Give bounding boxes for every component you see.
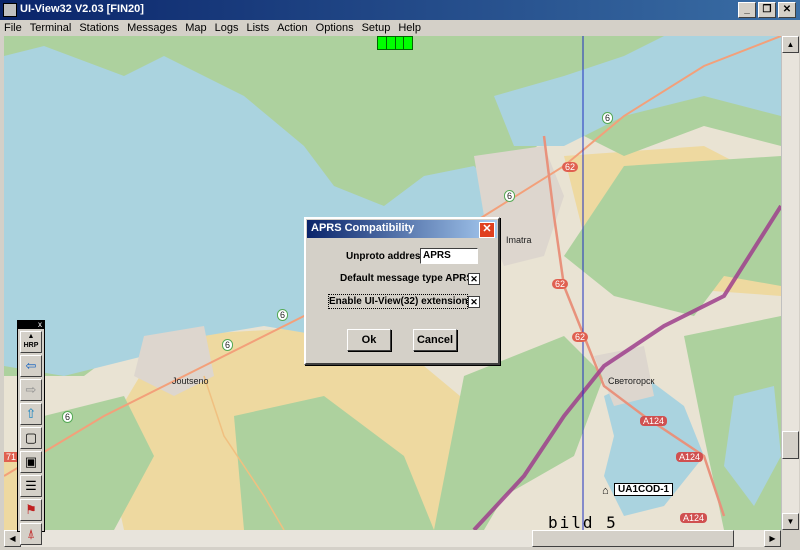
tool-palette-close[interactable]: x — [38, 320, 42, 329]
menu-logs[interactable]: Logs — [211, 20, 243, 36]
app-icon[interactable] — [3, 3, 17, 17]
menu-messages[interactable]: Messages — [123, 20, 181, 36]
dialog-title-bar: APRS Compatibility ✕ — [307, 220, 497, 238]
arrow-right-icon[interactable]: ⇨ — [20, 379, 42, 401]
menu-file[interactable]: File — [0, 20, 26, 36]
road-marker-6: 6 — [504, 190, 516, 202]
map-caption: bild 5 — [548, 513, 618, 530]
unproto-address-input[interactable]: APRS — [420, 248, 478, 264]
scroll-left-button[interactable]: ◀ — [4, 530, 21, 547]
window-title: UI-View32 V2.03 [FIN20] — [20, 3, 144, 15]
road-marker-62: 62 — [562, 162, 579, 172]
close-button[interactable]: ✕ — [778, 2, 796, 18]
enable-extensions-checkbox[interactable]: ✕ — [468, 296, 480, 308]
default-message-type-checkbox[interactable]: ✕ — [468, 273, 480, 285]
road-marker-a124: A124 — [680, 513, 708, 523]
square-icon[interactable]: ▢ — [20, 427, 42, 449]
scroll-up-button[interactable]: ▲ — [782, 36, 799, 53]
map-label-svetogorsk: Светогорск — [608, 376, 655, 386]
dialog-close-icon[interactable]: ✕ — [479, 222, 495, 238]
cancel-button[interactable]: Cancel — [413, 329, 457, 351]
menu-options[interactable]: Options — [312, 20, 358, 36]
horizontal-scroll-thumb[interactable] — [532, 530, 734, 547]
road-marker-a124: A124 — [676, 452, 704, 462]
arrow-up-icon[interactable]: ⇧ — [20, 403, 42, 425]
menu-terminal[interactable]: Terminal — [26, 20, 76, 36]
flag-icon[interactable]: ⚑ — [20, 499, 42, 521]
dialog-title: APRS Compatibility — [311, 222, 415, 234]
road-marker-62: 62 — [572, 332, 589, 342]
menu-action[interactable]: Action — [273, 20, 312, 36]
maximize-button[interactable]: ❐ — [758, 2, 776, 18]
unproto-address-label: Unproto address — [346, 251, 427, 262]
computer-icon[interactable]: ▣ — [20, 451, 42, 473]
scroll-down-button[interactable]: ▼ — [782, 513, 799, 530]
station-callsign[interactable]: UA1COD-1 — [614, 483, 674, 496]
road-marker-6: 6 — [602, 112, 614, 124]
antenna-icon[interactable]: ⍋ — [20, 523, 42, 545]
vertical-scroll-thumb[interactable] — [782, 431, 799, 459]
menu-stations[interactable]: Stations — [75, 20, 123, 36]
house-icon: ⌂ — [602, 485, 609, 497]
activity-indicator — [377, 36, 413, 50]
horizontal-scrollbar[interactable]: ◀ ▶ — [4, 530, 781, 547]
road-marker-a124: A124 — [640, 416, 668, 426]
menu-help[interactable]: Help — [394, 20, 425, 36]
title-bar: UI-View32 V2.03 [FIN20] _ ❐ ✕ — [0, 0, 800, 20]
scroll-right-button[interactable]: ▶ — [764, 530, 781, 547]
arrow-left-icon[interactable]: ⇦ — [20, 355, 42, 377]
road-marker-71: 71 — [4, 452, 19, 462]
map-label-imatra: Imatra — [506, 235, 532, 245]
map-label-joutseno: Joutseno — [172, 376, 209, 386]
road-marker-6: 6 — [62, 411, 74, 423]
menu-bar: File Terminal Stations Messages Map Logs Lists… — [0, 20, 800, 36]
default-message-type-label: Default message type APRS — [340, 273, 474, 284]
menu-map[interactable]: Map — [181, 20, 210, 36]
road-marker-6: 6 — [222, 339, 234, 351]
enable-extensions-label: Enable UI-View(32) extensions — [329, 296, 474, 307]
minimize-button[interactable]: _ — [738, 2, 756, 18]
list-icon[interactable]: ☰ — [20, 475, 42, 497]
road-marker-62: 62 — [552, 279, 569, 289]
menu-lists[interactable]: Lists — [242, 20, 273, 36]
vertical-scrollbar[interactable]: ▲ ▼ — [781, 36, 799, 530]
menu-setup[interactable]: Setup — [358, 20, 395, 36]
road-marker-6: 6 — [277, 309, 289, 321]
ok-button[interactable]: Ok — [347, 329, 391, 351]
hrp-icon[interactable]: ▲ HRP — [20, 331, 42, 353]
tool-palette[interactable]: x ▲ HRP ⇦ ⇨ ⇧ ▢ ▣ ☰ ⚑ ⍋ — [17, 320, 45, 545]
aprs-compatibility-dialog[interactable]: APRS Compatibility ✕ Unproto address APR… — [304, 217, 500, 365]
